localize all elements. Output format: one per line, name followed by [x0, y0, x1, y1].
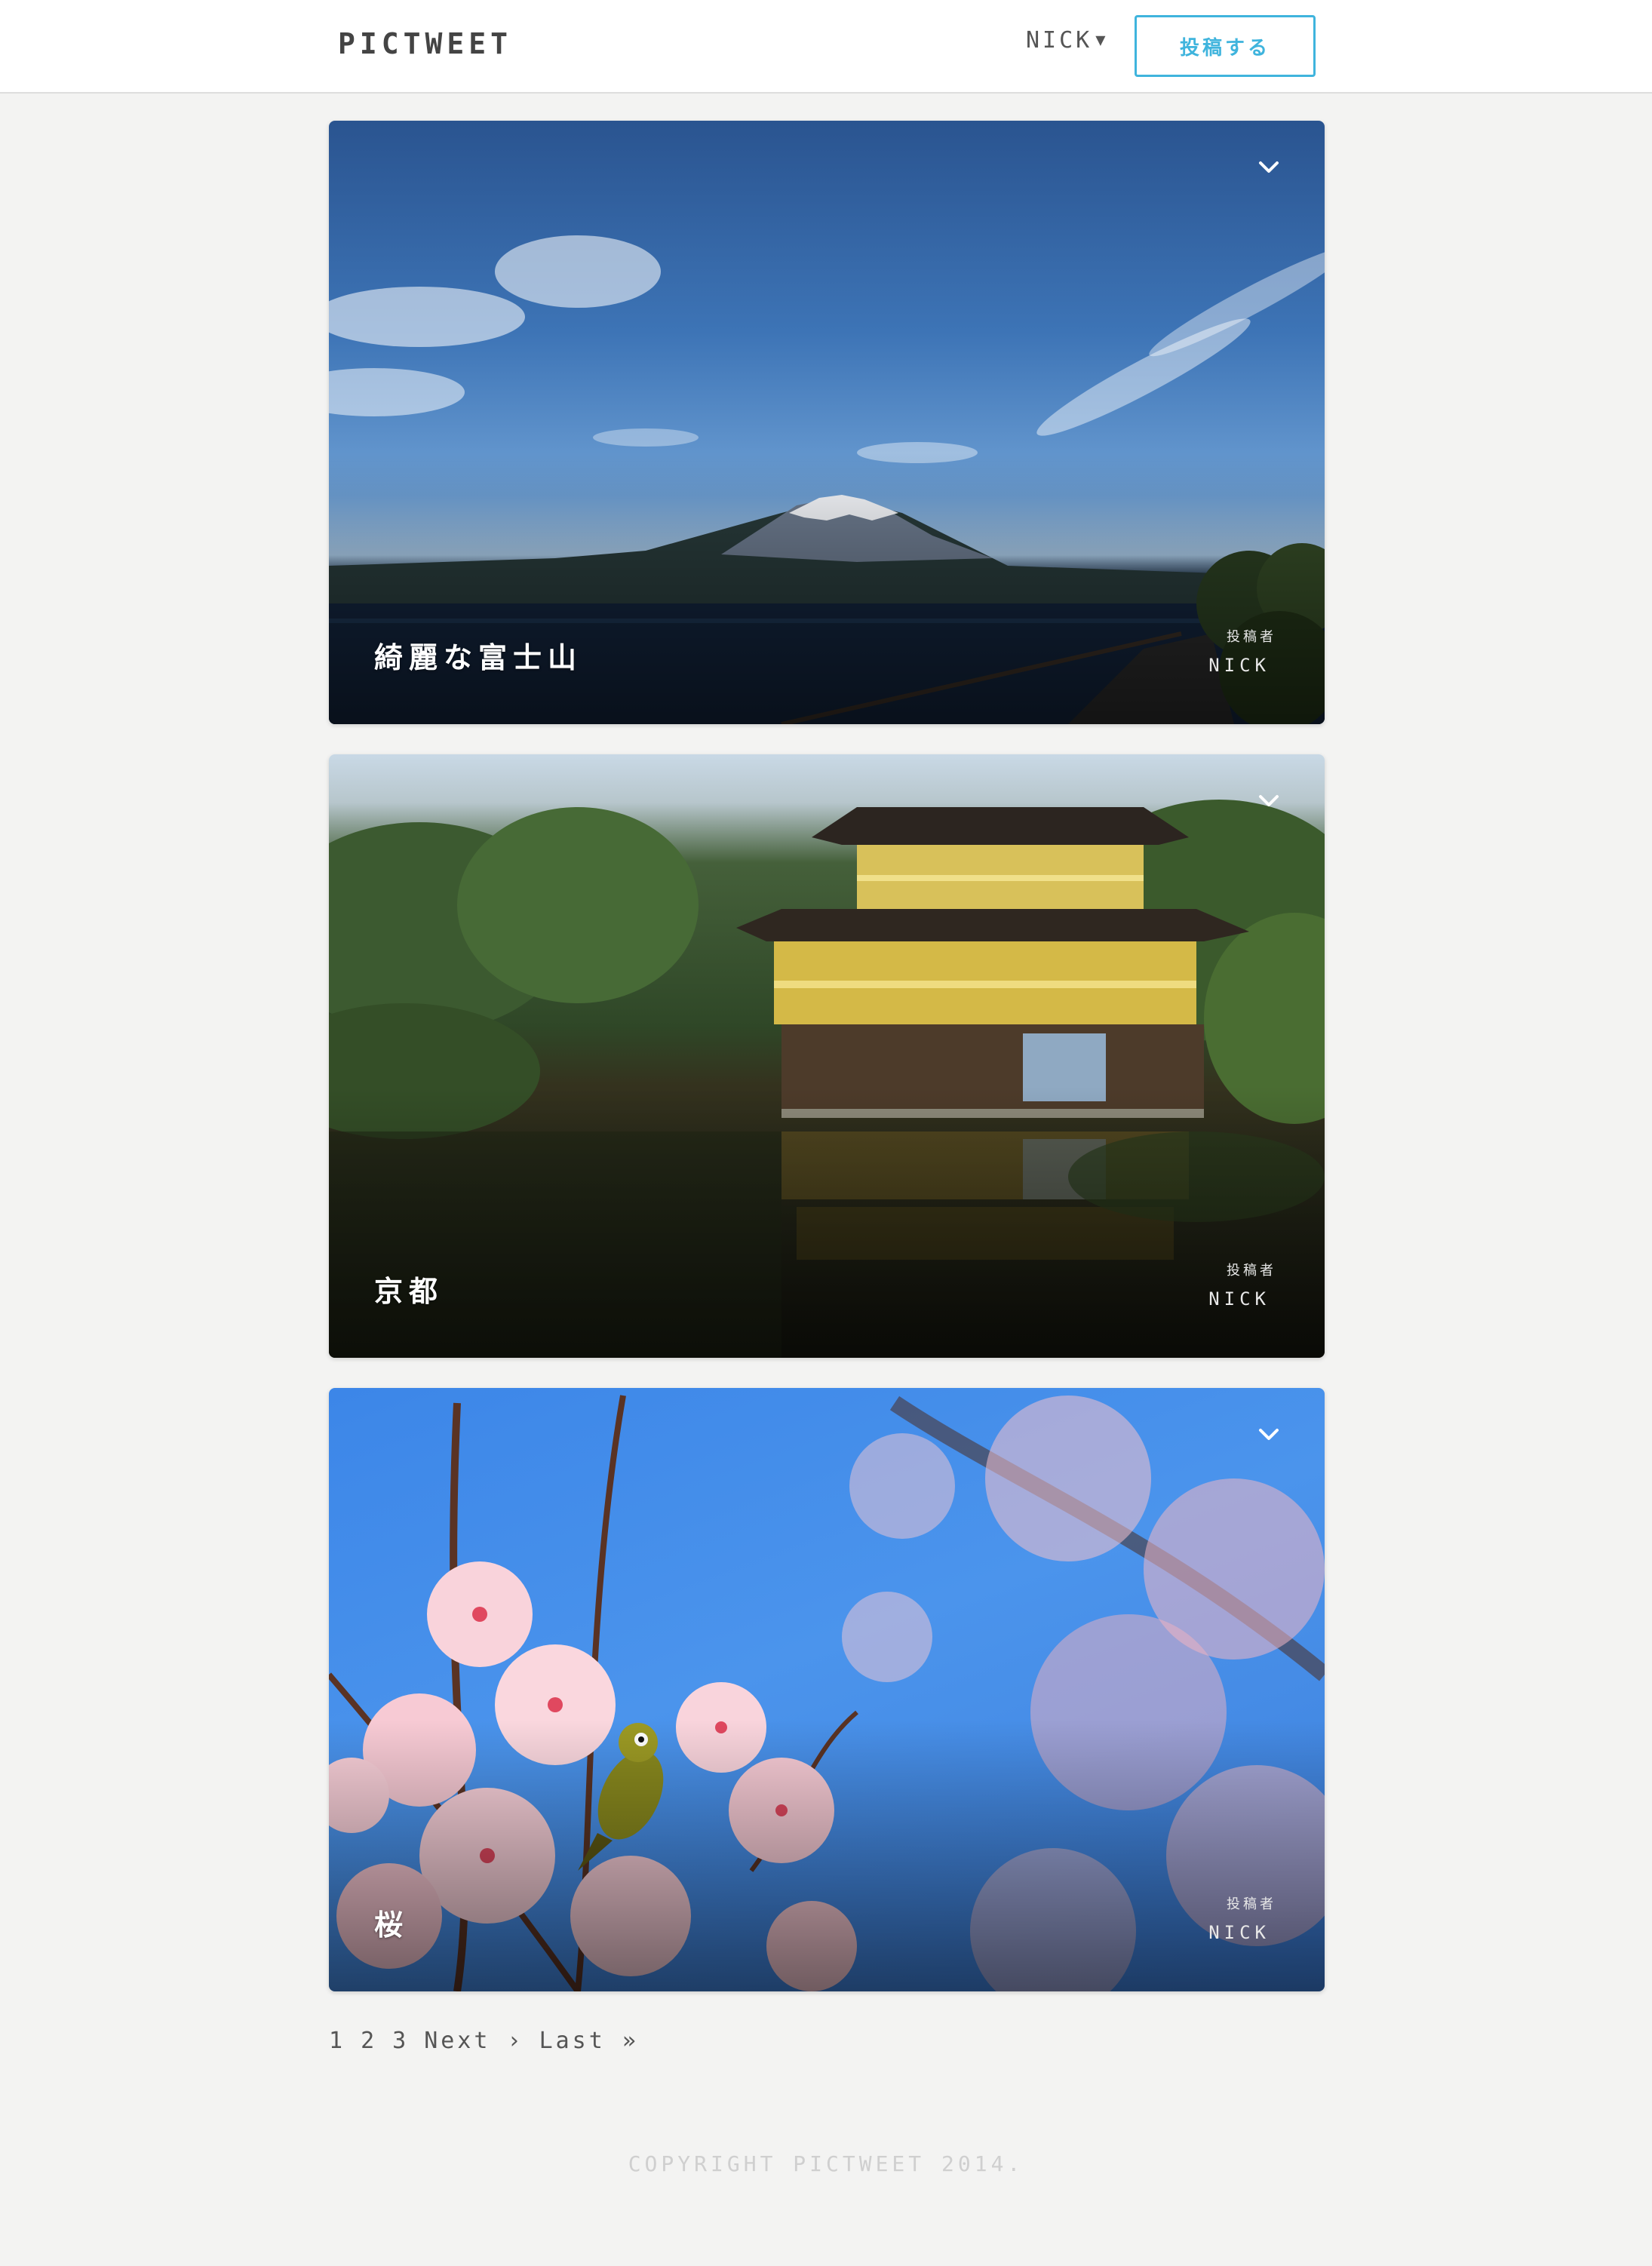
- user-name[interactable]: NICK: [1026, 27, 1092, 54]
- author-label: 投稿者: [1227, 1263, 1276, 1279]
- post-card[interactable]: 京都 投稿者 NICK: [329, 754, 1325, 1358]
- next-page-link[interactable]: Next ›: [424, 2028, 524, 2054]
- page-link-3[interactable]: 3: [392, 2028, 409, 2054]
- image-shade: [329, 453, 1325, 724]
- post-title: 京都: [374, 1274, 444, 1308]
- page-link-1[interactable]: 1: [329, 2028, 345, 2054]
- author-name[interactable]: NICK: [1208, 655, 1270, 676]
- post-button[interactable]: 投稿する: [1135, 15, 1316, 77]
- footer-copyright: COPYRIGHT PICTWEET 2014.: [628, 2151, 1024, 2176]
- post-card[interactable]: 綺麗な富士山 投稿者 NICK: [329, 121, 1325, 724]
- post-title: 綺麗な富士山: [374, 640, 583, 674]
- chevron-down-icon[interactable]: [1255, 788, 1282, 815]
- chevron-down-icon[interactable]: [1255, 154, 1282, 181]
- author-label: 投稿者: [1227, 1896, 1276, 1912]
- site-header: PICTWEET NICK ▼ 投稿する: [0, 0, 1652, 94]
- last-page-link[interactable]: Last »: [539, 2028, 639, 2054]
- post-card[interactable]: 桜 投稿者 NICK: [329, 1388, 1325, 1991]
- user-menu[interactable]: NICK ▼: [1026, 27, 1109, 54]
- caret-down-icon[interactable]: ▼: [1095, 31, 1108, 50]
- author-name[interactable]: NICK: [1208, 1288, 1270, 1310]
- page-link-2[interactable]: 2: [361, 2028, 377, 2054]
- author-label: 投稿者: [1227, 629, 1276, 645]
- pagination: 1 2 3 Next › Last »: [329, 2028, 639, 2054]
- author-name[interactable]: NICK: [1208, 1922, 1270, 1943]
- post-title: 桜: [374, 1908, 410, 1942]
- chevron-down-icon[interactable]: [1255, 1421, 1282, 1448]
- image-shade: [329, 1720, 1325, 1991]
- image-shade: [329, 1086, 1325, 1358]
- site-logo[interactable]: PICTWEET: [338, 27, 512, 60]
